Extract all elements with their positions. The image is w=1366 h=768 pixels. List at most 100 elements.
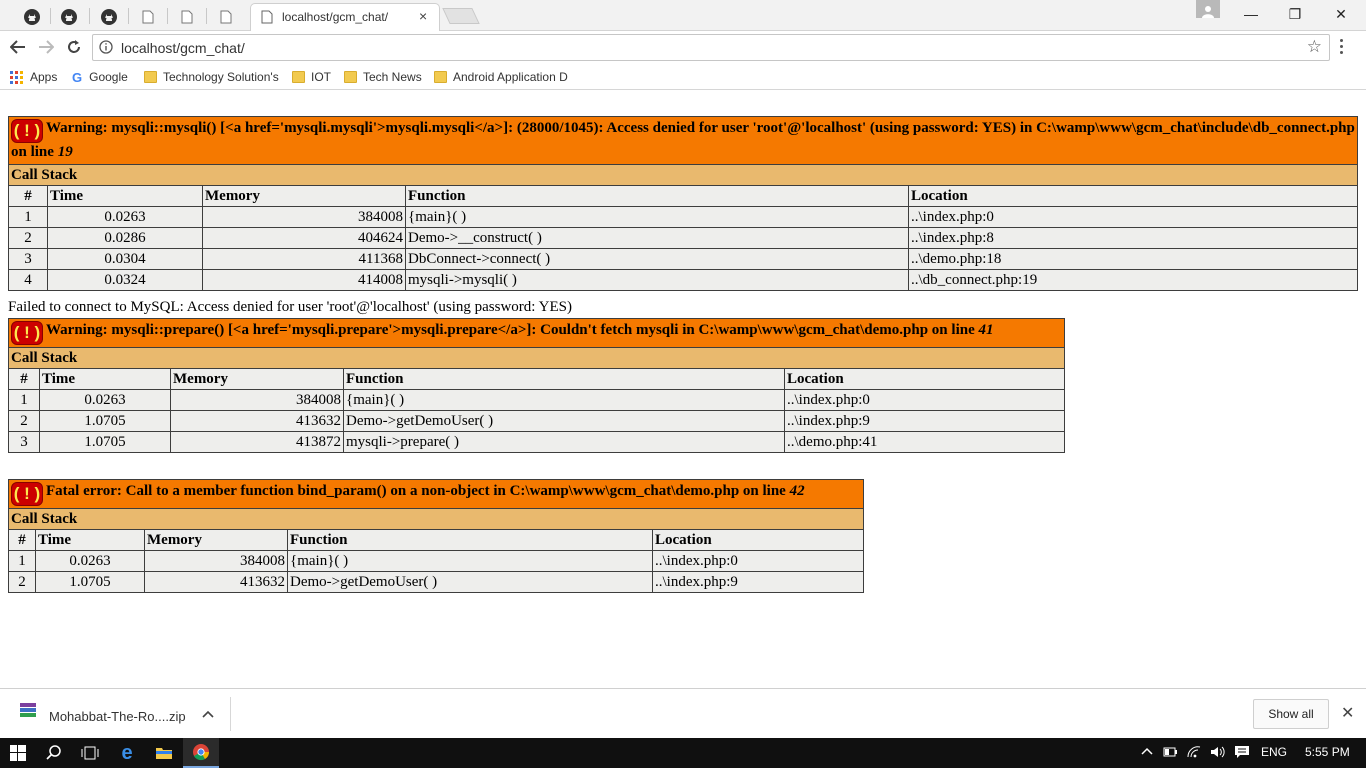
active-tab[interactable]: localhost/gcm_chat/ × xyxy=(250,3,440,31)
cell: 0.0286 xyxy=(47,227,203,249)
cell: ..\index.php:9 xyxy=(784,410,1065,432)
cell: 404624 xyxy=(202,227,406,249)
cell: 0.0324 xyxy=(47,269,203,291)
minimize-button[interactable]: — xyxy=(1228,0,1274,28)
error-table-3: ( ! ) Fatal error: Call to a member funct… xyxy=(8,479,864,593)
col-header: # xyxy=(8,368,40,390)
chevron-up-icon[interactable] xyxy=(202,707,214,721)
volume-icon[interactable] xyxy=(1210,746,1226,761)
task-view-button[interactable] xyxy=(72,738,108,768)
language-indicator[interactable]: ENG xyxy=(1261,745,1287,759)
cell: 1 xyxy=(8,206,48,228)
bookmark-apps[interactable]: Apps xyxy=(10,68,57,86)
cell: 2 xyxy=(8,227,48,249)
tab-separator xyxy=(50,8,51,24)
action-center-icon[interactable] xyxy=(1234,745,1250,762)
cell: {main}( ) xyxy=(287,550,653,572)
error-icon: ( ! ) xyxy=(11,482,43,506)
pinned-tab-github-1[interactable] xyxy=(14,4,50,30)
call-stack-label: Call Stack xyxy=(8,508,864,530)
col-header: # xyxy=(8,185,48,207)
bookmark-android-application[interactable]: Android Application D xyxy=(434,68,568,86)
browser-toolbar: localhost/gcm_chat/ ☆ xyxy=(0,31,1366,63)
bookmark-star-icon[interactable]: ☆ xyxy=(1307,37,1322,57)
error-line: 42 xyxy=(789,483,805,499)
close-window-button[interactable]: ✕ xyxy=(1318,0,1364,28)
page-content: ( ! ) Warning: mysqli::mysqli() [<a href=… xyxy=(0,90,1366,688)
col-header: Memory xyxy=(202,185,406,207)
cell: 413632 xyxy=(170,410,344,432)
download-file-name: Mohabbat-The-Ro....zip xyxy=(49,709,186,724)
network-icon[interactable] xyxy=(1187,746,1201,761)
cell: 411368 xyxy=(202,248,406,270)
cell: 4 xyxy=(8,269,48,291)
pinned-tab-page-3[interactable] xyxy=(208,4,244,30)
tab-separator xyxy=(206,8,207,24)
file-explorer-button[interactable] xyxy=(146,738,182,768)
pinned-tab-page-2[interactable] xyxy=(169,4,205,30)
bookmark-google[interactable]: G Google xyxy=(72,68,128,86)
cell: ..\index.php:0 xyxy=(908,206,1358,228)
github-icon xyxy=(24,9,40,25)
close-shelf-icon[interactable]: ✕ xyxy=(1341,703,1354,723)
cell: 413632 xyxy=(144,571,288,593)
tab-separator xyxy=(89,8,90,24)
search-button[interactable] xyxy=(36,738,72,768)
edge-icon: e xyxy=(121,741,133,764)
bookmark-iot[interactable]: IOT xyxy=(292,68,331,86)
error-icon: ( ! ) xyxy=(11,321,43,345)
page-icon xyxy=(220,10,232,24)
folder-icon xyxy=(156,748,172,759)
pinned-tab-github-2[interactable] xyxy=(51,4,87,30)
cell: 1.0705 xyxy=(39,431,171,453)
pinned-tab-page-1[interactable] xyxy=(130,4,166,30)
new-tab-button[interactable] xyxy=(442,8,480,24)
chrome-menu-button[interactable] xyxy=(1340,39,1343,57)
reload-icon xyxy=(68,40,80,53)
cell: 3 xyxy=(8,431,40,453)
cell: DbConnect->connect( ) xyxy=(405,248,909,270)
cell: 0.0263 xyxy=(47,206,203,228)
pinned-tab-github-3[interactable] xyxy=(91,4,127,30)
chrome-icon xyxy=(193,744,210,761)
show-all-button[interactable]: Show all xyxy=(1253,699,1329,729)
start-button[interactable] xyxy=(0,738,36,768)
cell: 384008 xyxy=(170,389,344,411)
back-arrow-icon xyxy=(10,40,25,54)
cell: ..\db_connect.php:19 xyxy=(908,269,1358,291)
forward-button[interactable] xyxy=(35,36,57,58)
page-icon xyxy=(261,10,273,29)
edge-button[interactable]: e xyxy=(109,738,145,768)
windows-taskbar: e ENG 5:55 PM xyxy=(0,738,1366,768)
profile-button[interactable] xyxy=(1196,0,1220,18)
github-icon xyxy=(61,9,77,25)
cell: ..\index.php:9 xyxy=(652,571,864,593)
download-item[interactable]: Mohabbat-The-Ro....zip xyxy=(12,697,231,731)
cell: 1 xyxy=(8,389,40,411)
chevron-up-icon[interactable] xyxy=(1141,744,1153,758)
battery-icon[interactable] xyxy=(1163,746,1177,760)
error-icon: ( ! ) xyxy=(11,119,43,143)
table-row: 3 0.0304 411368 DbConnect->connect( ) ..… xyxy=(8,248,1358,270)
search-icon xyxy=(46,745,61,760)
chrome-taskbar-button[interactable] xyxy=(183,738,219,768)
info-icon[interactable] xyxy=(99,40,113,59)
cell: 1.0705 xyxy=(35,571,145,593)
restore-button[interactable]: ❐ xyxy=(1272,0,1318,28)
call-stack-label: Call Stack xyxy=(8,164,1358,186)
bookmark-technology-solutions[interactable]: Technology Solution's xyxy=(144,68,279,86)
cell: ..\index.php:0 xyxy=(784,389,1065,411)
back-button[interactable] xyxy=(7,36,29,58)
error-message: Fatal error: Call to a member function b… xyxy=(46,483,790,499)
close-tab-icon[interactable]: × xyxy=(419,8,427,24)
bookmark-tech-news[interactable]: Tech News xyxy=(344,68,422,86)
reload-button[interactable] xyxy=(63,36,85,58)
download-shelf: Mohabbat-The-Ro....zip Show all ✕ xyxy=(0,688,1366,738)
clock[interactable]: 5:55 PM xyxy=(1305,745,1350,759)
cell: mysqli->prepare( ) xyxy=(343,431,785,453)
table-row: 2 0.0286 404624 Demo->__construct( ) ..\… xyxy=(8,227,1358,249)
error-line: 41 xyxy=(978,322,994,338)
address-bar[interactable]: localhost/gcm_chat/ ☆ xyxy=(92,34,1330,61)
cell: {main}( ) xyxy=(343,389,785,411)
tab-strip: localhost/gcm_chat/ × — ❐ ✕ xyxy=(0,0,1366,31)
